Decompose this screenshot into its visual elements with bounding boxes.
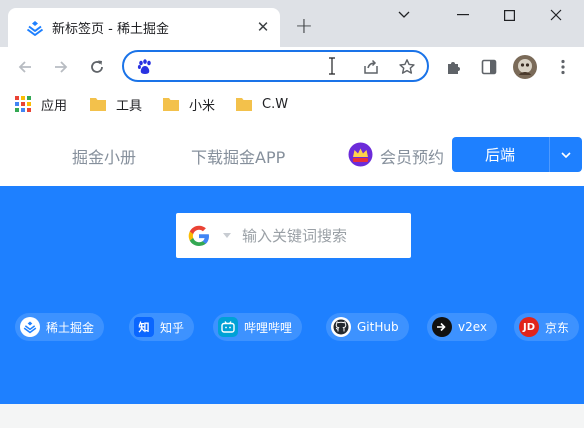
juejin-favicon-icon (26, 21, 44, 36)
quick-link-zhihu[interactable]: 知 知乎 (129, 313, 195, 341)
vip-crown-icon (348, 142, 373, 167)
search-box (176, 213, 411, 258)
nav-link-download-app[interactable]: 下载掘金APP (191, 144, 285, 168)
search-input[interactable] (242, 225, 402, 247)
close-icon[interactable] (536, 2, 576, 28)
quick-link-bilibili[interactable]: 哔哩哔哩 (213, 313, 303, 341)
quick-link-v2ex[interactable]: v2ex (427, 313, 498, 341)
quick-link-label: 京东 (545, 320, 570, 335)
text-cursor-icon (329, 57, 335, 75)
google-icon[interactable] (187, 224, 211, 248)
hero-banner: 稀土掘金 知 知乎 哔哩哔哩 GitHub v2ex JD 京东 (0, 186, 584, 404)
tab-close-icon[interactable]: ✕ (253, 17, 273, 37)
bookmark-label: 小米 (189, 98, 216, 114)
tab-title: 新标签页 - 稀土掘金 (52, 22, 169, 37)
browser-tab[interactable]: 新标签页 - 稀土掘金 ✕ (8, 8, 280, 47)
quick-link-label: GitHub (357, 320, 399, 334)
page-navbar: 掘金小册 下载掘金APP 会员预约 后端 (0, 120, 584, 186)
bookmark-folder-cw[interactable]: C.W (236, 93, 288, 115)
juejin-icon (20, 317, 40, 337)
folder-icon (163, 98, 179, 111)
bilibili-icon (218, 317, 238, 337)
category-button[interactable]: 后端 (452, 137, 548, 172)
maximize-icon[interactable] (489, 2, 529, 28)
v2ex-icon (432, 317, 452, 337)
github-icon (331, 317, 351, 337)
nav-link-juejin-books[interactable]: 掘金小册 (72, 144, 136, 168)
quick-link-label: 知乎 (160, 320, 185, 335)
quick-link-jd[interactable]: JD 京东 (514, 313, 580, 341)
jd-icon: JD (519, 317, 539, 337)
browser-toolbar (0, 47, 584, 87)
profile-avatar[interactable] (513, 55, 537, 79)
address-bar[interactable] (122, 50, 429, 82)
quick-link-label: v2ex (458, 320, 488, 334)
folder-icon (236, 98, 252, 111)
baidu-search-engine-icon (137, 59, 151, 74)
bookmark-apps[interactable]: 应用 (15, 93, 67, 115)
category-split-button: 后端 (452, 137, 582, 172)
forward-icon[interactable] (49, 55, 73, 79)
folder-icon (90, 98, 106, 111)
tab-strip: 新标签页 - 稀土掘金 ✕ + (0, 0, 584, 47)
quick-links: 稀土掘金 知 知乎 哔哩哔哩 GitHub v2ex JD 京东 (0, 313, 584, 343)
bookmark-label: C.W (262, 96, 289, 112)
bookmark-label: 工具 (116, 98, 143, 114)
tab-search-chevron-icon[interactable] (384, 2, 424, 28)
zhihu-icon: 知 (134, 317, 154, 337)
quick-link-juejin[interactable]: 稀土掘金 (15, 313, 105, 341)
minimize-icon[interactable] (443, 2, 483, 28)
bookmark-label: 应用 (41, 98, 68, 114)
apps-grid-icon (15, 96, 31, 112)
new-tab-button[interactable]: + (292, 14, 316, 39)
bookmark-star-icon[interactable] (398, 58, 416, 76)
nav-link-vip[interactable]: 会员预约 (380, 144, 444, 168)
chrome-menu-icon[interactable] (551, 55, 575, 79)
bookmarks-bar: 应用 工具 小米 C.W (0, 87, 584, 120)
quick-link-github[interactable]: GitHub (326, 313, 409, 341)
engine-dropdown-caret-icon[interactable] (223, 233, 231, 239)
bookmark-folder-tools[interactable]: 工具 (90, 93, 142, 115)
side-panel-icon[interactable] (477, 55, 501, 79)
quick-link-label: 稀土掘金 (46, 320, 95, 335)
page-content-area (0, 404, 584, 428)
quick-link-label: 哔哩哔哩 (244, 320, 293, 335)
extensions-puzzle-icon[interactable] (441, 55, 465, 79)
share-icon[interactable] (362, 58, 380, 76)
address-input[interactable] (162, 56, 342, 76)
bookmark-folder-xiaomi[interactable]: 小米 (163, 93, 215, 115)
chevron-down-icon[interactable] (550, 137, 582, 172)
reload-icon[interactable] (85, 55, 109, 79)
back-icon[interactable] (13, 55, 37, 79)
